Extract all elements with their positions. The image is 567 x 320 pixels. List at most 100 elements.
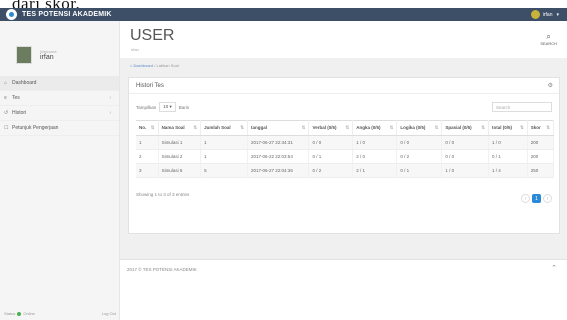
- table-cell: 0 / 1: [308, 149, 354, 164]
- user-menu-name: irfan: [542, 11, 553, 18]
- table-cell: 0 / 2: [308, 163, 354, 178]
- table-cell: 0 / 0: [441, 149, 490, 164]
- search-button[interactable]: ⌕ SEARCH: [540, 32, 557, 47]
- breadcrumb: ⌂ Dashboard / Latihan Soal: [130, 63, 179, 68]
- column-header[interactable]: No. ⇅: [136, 120, 159, 136]
- table-cell: 2017-06-27 22:04:36: [247, 163, 310, 178]
- table-footer: Showing 1 to 3 of 3 entries ‹ 1 ›: [129, 182, 559, 207]
- profile: Welcome, irfan: [0, 21, 119, 64]
- table-row: 1 Simulasi 1 1 2017-06-27 22:34:31 0 / 0…: [136, 135, 555, 150]
- table-cell: Simulasi 5: [158, 163, 202, 178]
- page-footer: 2017 © TES POTENSI AKADEMIK ⌃: [120, 259, 567, 320]
- sidebar-item-petunjuk[interactable]: ☐ Petunjuk Pengerjaan: [0, 121, 119, 136]
- sidebar-item-label: Tes: [12, 95, 20, 101]
- pagination: ‹ 1 ›: [519, 194, 552, 203]
- column-header[interactable]: Verbal (0/5) ⇅: [308, 120, 354, 136]
- home-icon: ⌂: [4, 80, 8, 86]
- column-header[interactable]: total (0/5) ⇅: [488, 120, 528, 136]
- table-cell: 250: [527, 163, 555, 178]
- copyright-text: 2017 © TES POTENSI AKADEMIK: [127, 267, 197, 272]
- table-cell: 2 / 0: [352, 149, 398, 164]
- user-menu[interactable]: irfan ▾: [530, 10, 559, 19]
- status-value: Online: [23, 311, 35, 316]
- info-icon: ☐: [4, 125, 9, 131]
- table-cell: 1: [136, 135, 159, 150]
- avatar: [530, 10, 540, 19]
- history-icon: ↺: [4, 110, 9, 116]
- sidebar-item-label: Petunjuk Pengerjaan: [12, 125, 59, 131]
- entries-select[interactable]: 10 ▾: [159, 102, 176, 112]
- table-cell: 2 / 1: [352, 163, 398, 178]
- table-cell: 1 / 4: [488, 163, 528, 178]
- column-header[interactable]: Jumlah Soal ⇅: [200, 120, 249, 136]
- sidebar-item-label: Histori: [12, 110, 27, 116]
- show-label: Tampilkan: [136, 104, 157, 110]
- table-row: 3 Simulasi 5 5 2017-06-27 22:04:36 0 / 2…: [136, 163, 555, 178]
- logout-link[interactable]: Log Out: [102, 311, 116, 316]
- table-cell: 1: [200, 149, 249, 164]
- column-header[interactable]: Nama Soal ⇅: [158, 120, 202, 136]
- list-icon: ≡: [4, 95, 7, 101]
- chevron-down-icon: ▾: [556, 11, 559, 18]
- table-cell: 3: [136, 163, 159, 178]
- sidebar-item-tes[interactable]: ≡ Tes ›: [0, 91, 119, 106]
- top-bar: TES POTENSI AKADEMIK irfan ▾: [0, 8, 567, 21]
- showing-text: Showing 1 to 3 of 3 entries: [136, 192, 190, 197]
- table-cell: 2: [136, 149, 159, 164]
- sidebar: Welcome, irfan ⌂ Dashboard ≡ Tes › ↺ His…: [0, 21, 120, 320]
- column-header[interactable]: Skor ⇅: [527, 120, 555, 136]
- app-title[interactable]: TES POTENSI AKADEMIK: [22, 11, 112, 18]
- table-header-row: No. ⇅ Nama Soal ⇅ Jumlah Soal ⇅ tanggal ⇅ Ve…: [136, 120, 555, 136]
- search-label: SEARCH: [540, 41, 557, 46]
- table-cell: 2017-06-27 22:34:31: [247, 135, 310, 150]
- online-dot-icon: [17, 311, 22, 316]
- table-cell: 0 / 0: [441, 135, 490, 150]
- table-cell: 200: [527, 149, 555, 164]
- breadcrumb-current: Latihan Soal: [156, 63, 179, 68]
- table-cell: Simulasi 1: [158, 135, 202, 150]
- search-icon: ⌕: [546, 32, 551, 41]
- column-header[interactable]: Logika (0/5) ⇅: [396, 120, 443, 136]
- table-row: 2 Simulasi 2 1 2017-06-22 22:03:54 0 / 1…: [136, 149, 555, 164]
- table-cell: 1: [200, 135, 249, 150]
- table-cell: Simulasi 2: [158, 149, 202, 164]
- sidebar-menu: ⌂ Dashboard ≡ Tes › ↺ Histori › ☐ Petunj…: [0, 76, 119, 136]
- page-button[interactable]: 1: [532, 194, 541, 203]
- table-cell: 2017-06-22 22:03:54: [247, 149, 310, 164]
- history-panel: Histori Tes ⚙ Tampilkan 10 ▾ Baris Searc…: [128, 77, 560, 234]
- table-cell: 0 / 1: [396, 163, 443, 178]
- column-header[interactable]: Spasial (0/5) ⇅: [441, 120, 490, 136]
- page-header: USER irfan ⌕ SEARCH: [120, 21, 567, 58]
- column-header[interactable]: tanggal ⇅: [247, 120, 310, 136]
- table-cell: 1 / 0: [352, 135, 398, 150]
- history-table: No. ⇅ Nama Soal ⇅ Jumlah Soal ⇅ tanggal ⇅ Ve…: [136, 120, 555, 178]
- app-logo-icon: [6, 9, 17, 20]
- column-header[interactable]: Angka (0/5) ⇅: [352, 120, 398, 136]
- table-cell: 0 / 1: [488, 149, 528, 164]
- entries-suffix: Baris: [178, 104, 190, 110]
- table-cell: 200: [527, 135, 555, 150]
- scroll-top-button[interactable]: ⌃: [551, 264, 557, 272]
- table-cell: 0 / 2: [396, 149, 443, 164]
- table-search-input[interactable]: Search: [492, 102, 552, 112]
- sidebar-item-label: Dashboard: [12, 80, 37, 86]
- panel-title: Histori Tes: [136, 82, 164, 89]
- table-controls: Tampilkan 10 ▾ Baris Search: [129, 94, 559, 116]
- gear-icon[interactable]: ⚙: [548, 82, 553, 89]
- table-cell: 1 / 0: [441, 163, 490, 178]
- prev-page-button[interactable]: ‹: [521, 194, 530, 203]
- sidebar-item-dashboard[interactable]: ⌂ Dashboard: [0, 76, 119, 91]
- breadcrumb-home[interactable]: ⌂ Dashboard: [130, 63, 153, 68]
- next-page-button[interactable]: ›: [543, 194, 552, 203]
- page-subtitle: irfan: [131, 47, 139, 52]
- table-cell: 5: [200, 163, 249, 178]
- chevron-right-icon: ›: [109, 95, 111, 101]
- sidebar-footer: Status Online Log Out: [4, 311, 116, 316]
- main-content: USER irfan ⌕ SEARCH ⌂ Dashboard / Latiha…: [120, 21, 567, 320]
- sidebar-item-histori[interactable]: ↺ Histori ›: [0, 106, 119, 121]
- page-title: USER: [130, 27, 175, 44]
- profile-picture: [16, 46, 32, 64]
- chevron-right-icon: ›: [109, 110, 111, 116]
- profile-name: irfan: [40, 54, 54, 61]
- status-label: Status: [4, 311, 16, 316]
